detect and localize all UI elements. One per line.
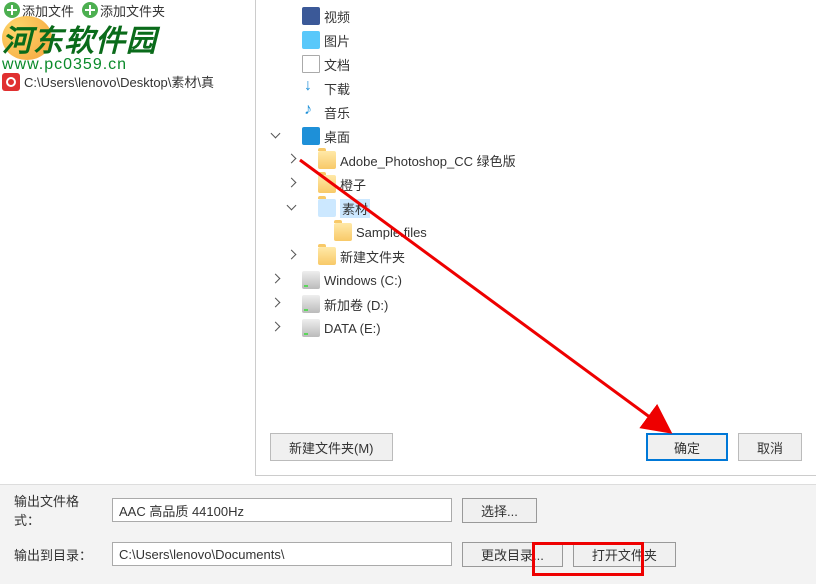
tree-item-windows-c[interactable]: Windows (C:) — [270, 268, 800, 292]
chevron-down-icon[interactable] — [270, 130, 282, 142]
chevron-right-icon[interactable] — [286, 178, 298, 190]
change-dir-button[interactable]: 更改目录... — [462, 542, 563, 567]
media-file-icon — [2, 73, 20, 91]
tree-item-downloads[interactable]: 下载 — [270, 76, 800, 100]
output-dir-value: C:\Users\lenovo\Documents\ — [112, 542, 452, 566]
drive-icon — [302, 295, 320, 313]
tree-item-pictures[interactable]: 图片 — [270, 28, 800, 52]
video-icon — [302, 7, 320, 25]
tree-item-desktop[interactable]: 桌面 — [270, 124, 800, 148]
tree-item-drive-e[interactable]: DATA (E:) — [270, 316, 800, 340]
new-folder-button[interactable]: 新建文件夹(M) — [270, 433, 393, 461]
file-path-text: C:\Users\lenovo\Desktop\素材\真 — [24, 72, 214, 91]
ok-button[interactable]: 确定 — [646, 433, 728, 461]
bottom-panel: 输出文件格式： AAC 高品质 44100Hz 选择... 输出到目录： C:\… — [0, 484, 816, 584]
tree-item-music[interactable]: 音乐 — [270, 100, 800, 124]
documents-icon — [302, 55, 320, 73]
folder-icon — [318, 151, 336, 169]
tree-item-orange[interactable]: 橙子 — [270, 172, 800, 196]
chevron-right-icon[interactable] — [270, 322, 282, 334]
folder-icon — [318, 199, 336, 217]
tree-item-sample[interactable]: Sample.files — [270, 220, 800, 244]
music-icon — [302, 103, 320, 121]
browse-folder-dialog: 视频 图片 文档 下载 音乐 桌面 Adobe_Photoshop_CC 绿色版… — [255, 0, 816, 476]
chevron-right-icon[interactable] — [286, 250, 298, 262]
desktop-icon — [302, 127, 320, 145]
watermark-title: 河东软件园 — [2, 16, 157, 60]
output-format-value: AAC 高品质 44100Hz — [112, 498, 452, 522]
folder-tree: 视频 图片 文档 下载 音乐 桌面 Adobe_Photoshop_CC 绿色版… — [270, 4, 800, 340]
open-folder-button[interactable]: 打开文件夹 — [573, 542, 676, 567]
drive-icon — [302, 319, 320, 337]
tree-item-videos[interactable]: 视频 — [270, 4, 800, 28]
downloads-icon — [302, 79, 320, 97]
output-format-label: 输出文件格式： — [14, 491, 102, 529]
file-list-item[interactable]: C:\Users\lenovo\Desktop\素材\真 — [2, 72, 214, 91]
select-format-button[interactable]: 选择... — [462, 498, 537, 523]
chevron-right-icon[interactable] — [270, 274, 282, 286]
pictures-icon — [302, 31, 320, 49]
output-dir-label: 输出到目录： — [14, 545, 102, 564]
watermark: 河东软件园 www.pc0359.cn — [2, 16, 157, 74]
chevron-down-icon[interactable] — [286, 202, 298, 214]
chevron-right-icon[interactable] — [270, 298, 282, 310]
tree-item-sucai[interactable]: 素材 — [270, 196, 800, 220]
folder-icon — [318, 175, 336, 193]
tree-item-documents[interactable]: 文档 — [270, 52, 800, 76]
tree-item-photoshop[interactable]: Adobe_Photoshop_CC 绿色版 — [270, 148, 800, 172]
cancel-button[interactable]: 取消 — [738, 433, 802, 461]
folder-icon — [334, 223, 352, 241]
tree-item-newfolder[interactable]: 新建文件夹 — [270, 244, 800, 268]
chevron-right-icon[interactable] — [286, 154, 298, 166]
drive-icon — [302, 271, 320, 289]
folder-icon — [318, 247, 336, 265]
tree-item-drive-d[interactable]: 新加卷 (D:) — [270, 292, 800, 316]
